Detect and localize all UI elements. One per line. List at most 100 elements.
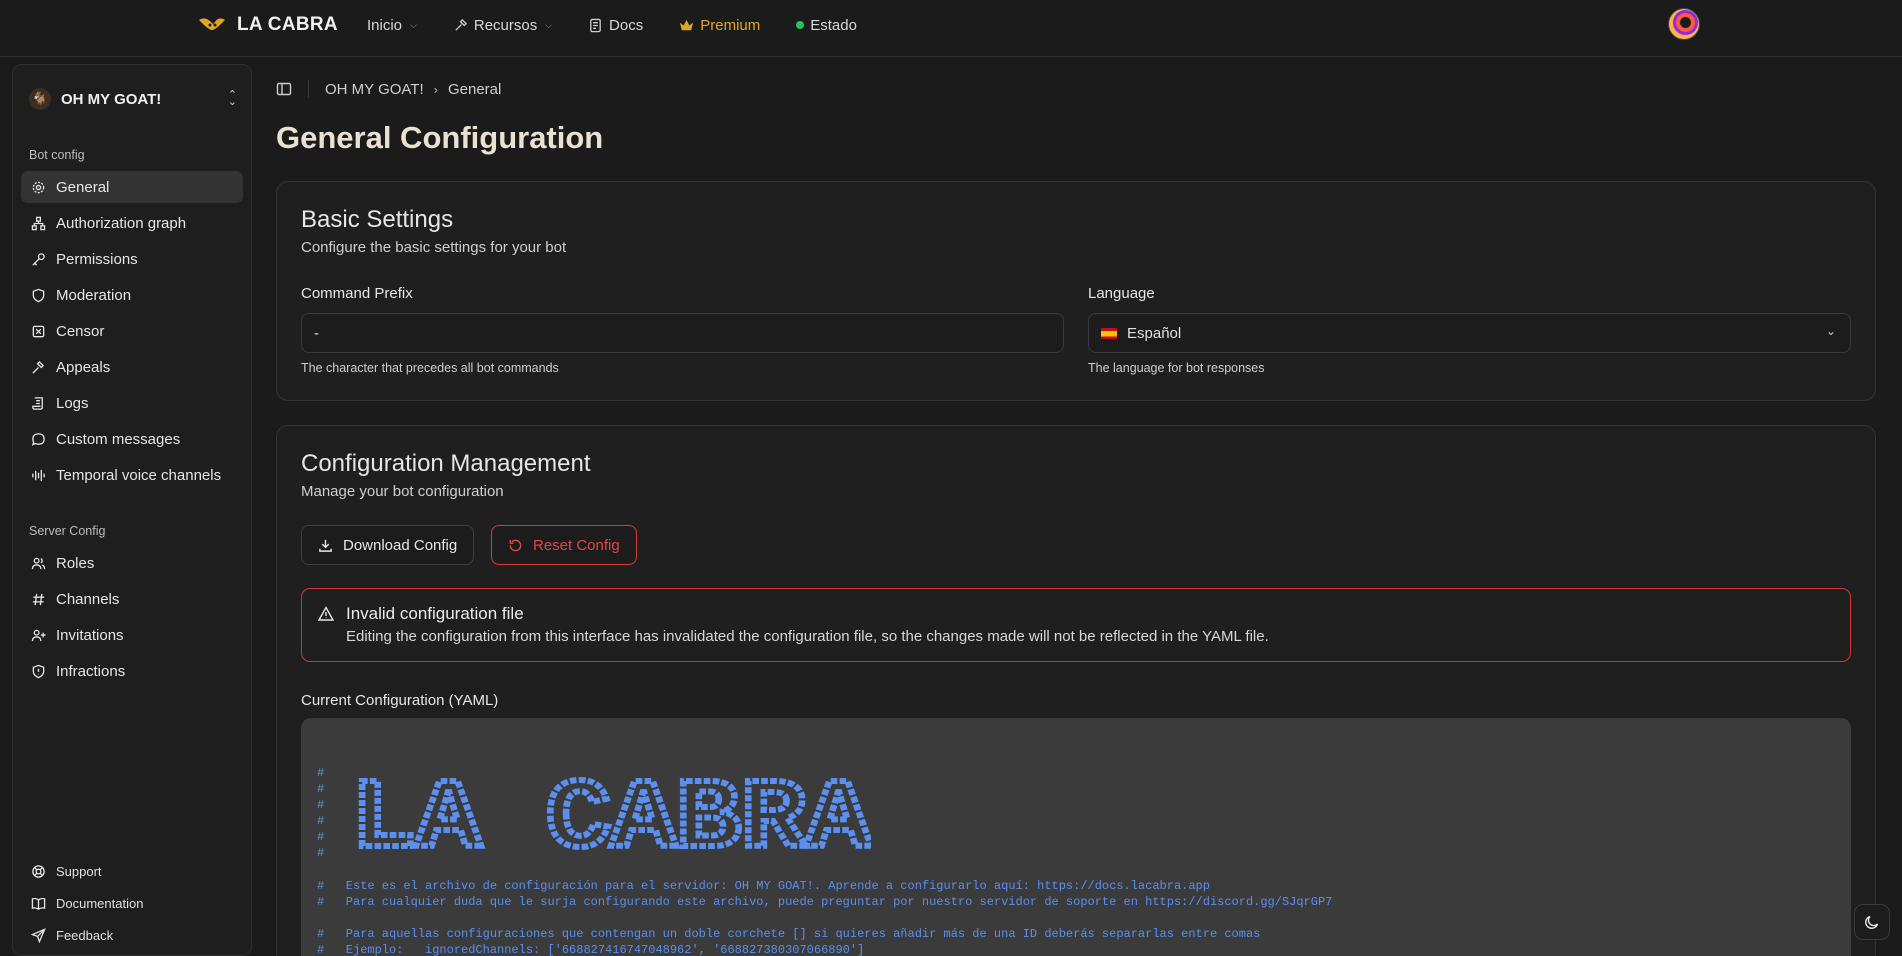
server-switcher[interactable]: 🐐 OH MY GOAT! ⌃ ⌄ xyxy=(29,83,237,115)
breadcrumb: OH MY GOAT! › General xyxy=(276,79,501,99)
nav-premium-label: Premium xyxy=(700,16,761,34)
hash-icon xyxy=(32,593,45,605)
sidebar-item-label: Censor xyxy=(56,322,105,340)
sidebar-item-label: Authorization graph xyxy=(56,214,187,232)
basic-settings-title: Basic Settings xyxy=(301,206,454,233)
key-icon xyxy=(32,252,45,266)
sidebar-item-label: Moderation xyxy=(56,286,132,304)
command-prefix-value: - xyxy=(314,324,319,342)
language-select[interactable]: Español ⌄ xyxy=(1088,313,1851,353)
users-icon xyxy=(31,557,46,569)
warning-triangle-icon xyxy=(318,606,334,621)
server-avatar-icon: 🐐 xyxy=(29,88,51,110)
chevron-up-down-icon: ⌃ ⌄ xyxy=(227,89,237,108)
sidebar-item-label: Appeals xyxy=(56,358,111,376)
chevron-right-icon: › xyxy=(433,81,438,97)
command-prefix-hint: The character that precedes all bot comm… xyxy=(301,361,559,375)
server-name: OH MY GOAT! xyxy=(61,90,162,108)
theme-toggle-button[interactable] xyxy=(1854,904,1890,940)
ascii-comment-mark: # xyxy=(317,846,325,860)
yaml-line: # Ejemplo: ignoredChannels: ['6688274167… xyxy=(317,943,865,956)
scroll-icon xyxy=(32,396,43,410)
sidebar-item-authorization-graph[interactable]: Authorization graph xyxy=(21,207,243,239)
brand-logo[interactable]: LA CABRA xyxy=(197,13,338,37)
language-hint: The language for bot responses xyxy=(1088,361,1265,375)
goat-logo-icon xyxy=(199,18,225,30)
config-management-subtitle: Manage your bot configuration xyxy=(301,483,504,500)
alert-text: Editing the configuration from this inte… xyxy=(346,628,1269,645)
nav-estado[interactable]: Estado xyxy=(796,17,857,34)
breadcrumb-current: General xyxy=(447,80,502,98)
nav-premium[interactable]: Premium xyxy=(679,17,760,34)
nav-docs[interactable]: Docs xyxy=(588,17,643,34)
sidebar-item-infractions[interactable]: Infractions xyxy=(21,655,243,687)
command-prefix-label: Command Prefix xyxy=(301,285,413,302)
download-config-label: Download Config xyxy=(343,536,458,554)
sidebar-item-label: Feedback xyxy=(56,927,114,943)
moon-icon xyxy=(1865,915,1879,929)
nav-inicio[interactable]: Inicio ⌵ xyxy=(367,17,417,34)
sidebar-item-permissions[interactable]: Permissions xyxy=(21,243,243,275)
sidebar-item-appeals[interactable]: Appeals xyxy=(21,351,243,383)
config-management-card: Configuration Management Manage your bot… xyxy=(276,425,1876,956)
sidebar-item-roles[interactable]: Roles xyxy=(21,547,243,579)
sidebar-item-support[interactable]: Support xyxy=(21,855,243,887)
server-config-menu: Roles Channels Invitations Infractions xyxy=(21,547,243,691)
sidebar-item-temporal-voice-channels[interactable]: Temporal voice channels xyxy=(21,459,243,491)
message-icon xyxy=(31,432,45,446)
server-config-group-label: Server Config xyxy=(29,524,106,538)
nav-recursos[interactable]: Recursos ⌵ xyxy=(453,17,552,34)
sidebar: 🐐 OH MY GOAT! ⌃ ⌄ Bot config General Auth… xyxy=(12,64,252,956)
page-title: General Configuration xyxy=(276,120,604,155)
sidebar-item-general[interactable]: General xyxy=(21,171,243,203)
status-dot-icon xyxy=(796,21,805,29)
sidebar-item-label: Permissions xyxy=(56,250,138,268)
ascii-comment-mark: # xyxy=(317,798,325,812)
censor-icon xyxy=(32,325,45,337)
top-navbar: LA CABRA Inicio ⌵ Recursos ⌵ Docs Premiu… xyxy=(0,0,1902,57)
command-prefix-input[interactable]: - xyxy=(301,313,1064,353)
crown-icon xyxy=(680,19,694,30)
sidebar-item-label: Infractions xyxy=(56,662,126,680)
sidebar-item-channels[interactable]: Channels xyxy=(21,583,243,615)
sidebar-item-label: Logs xyxy=(56,394,89,412)
sidebar-item-documentation[interactable]: Documentation xyxy=(21,887,243,919)
breadcrumb-server[interactable]: OH MY GOAT! xyxy=(325,81,424,98)
send-icon xyxy=(31,927,46,943)
yaml-code-block[interactable]: # # # # # # LA CABRA # Este es el archiv… xyxy=(301,718,1851,956)
reset-config-button[interactable]: Reset Config xyxy=(491,525,637,565)
ascii-comment-mark: # xyxy=(317,782,325,796)
audio-wave-icon xyxy=(32,469,45,481)
breadcrumb-divider xyxy=(308,80,309,98)
main-nav: Inicio ⌵ Recursos ⌵ Docs Premium Estado xyxy=(367,14,893,36)
user-avatar[interactable] xyxy=(1668,8,1700,40)
sidebar-item-moderation[interactable]: Moderation xyxy=(21,279,243,311)
sidebar-item-censor[interactable]: Censor xyxy=(21,315,243,347)
network-icon xyxy=(31,216,46,230)
bot-config-menu: General Authorization graph Permissions … xyxy=(21,171,243,495)
chevron-down-icon: ⌄ xyxy=(1825,324,1836,338)
yaml-line: # Este es el archivo de configuración pa… xyxy=(317,879,1210,893)
config-management-title: Configuration Management xyxy=(301,450,591,477)
yaml-label: Current Configuration (YAML) xyxy=(301,692,499,709)
sidebar-item-label: Channels xyxy=(56,590,120,608)
download-config-button[interactable]: Download Config xyxy=(301,525,475,565)
bot-config-group-label: Bot config xyxy=(29,148,85,162)
sidebar-item-label: Roles xyxy=(56,554,95,572)
chevron-down-icon: ⌵ xyxy=(410,19,417,30)
invalid-config-alert: Invalid configuration file Editing the c… xyxy=(301,588,1851,662)
lifebuoy-icon xyxy=(32,864,45,878)
sidebar-item-custom-messages[interactable]: Custom messages xyxy=(21,423,243,455)
sidebar-item-invitations[interactable]: Invitations xyxy=(21,619,243,651)
sidebar-item-label: Invitations xyxy=(56,626,124,644)
sidebar-item-logs[interactable]: Logs xyxy=(21,387,243,419)
sidebar-item-label: Support xyxy=(56,863,102,879)
sidebar-item-feedback[interactable]: Feedback xyxy=(21,919,243,951)
ascii-art-logo: LA CABRA xyxy=(351,766,871,856)
rotate-icon xyxy=(509,539,522,551)
shield-alert-icon xyxy=(32,664,45,678)
sidebar-toggle-icon[interactable] xyxy=(276,81,292,97)
chevron-down-icon: ⌵ xyxy=(545,19,553,30)
language-label: Language xyxy=(1088,285,1155,302)
nav-docs-label: Docs xyxy=(609,16,644,34)
